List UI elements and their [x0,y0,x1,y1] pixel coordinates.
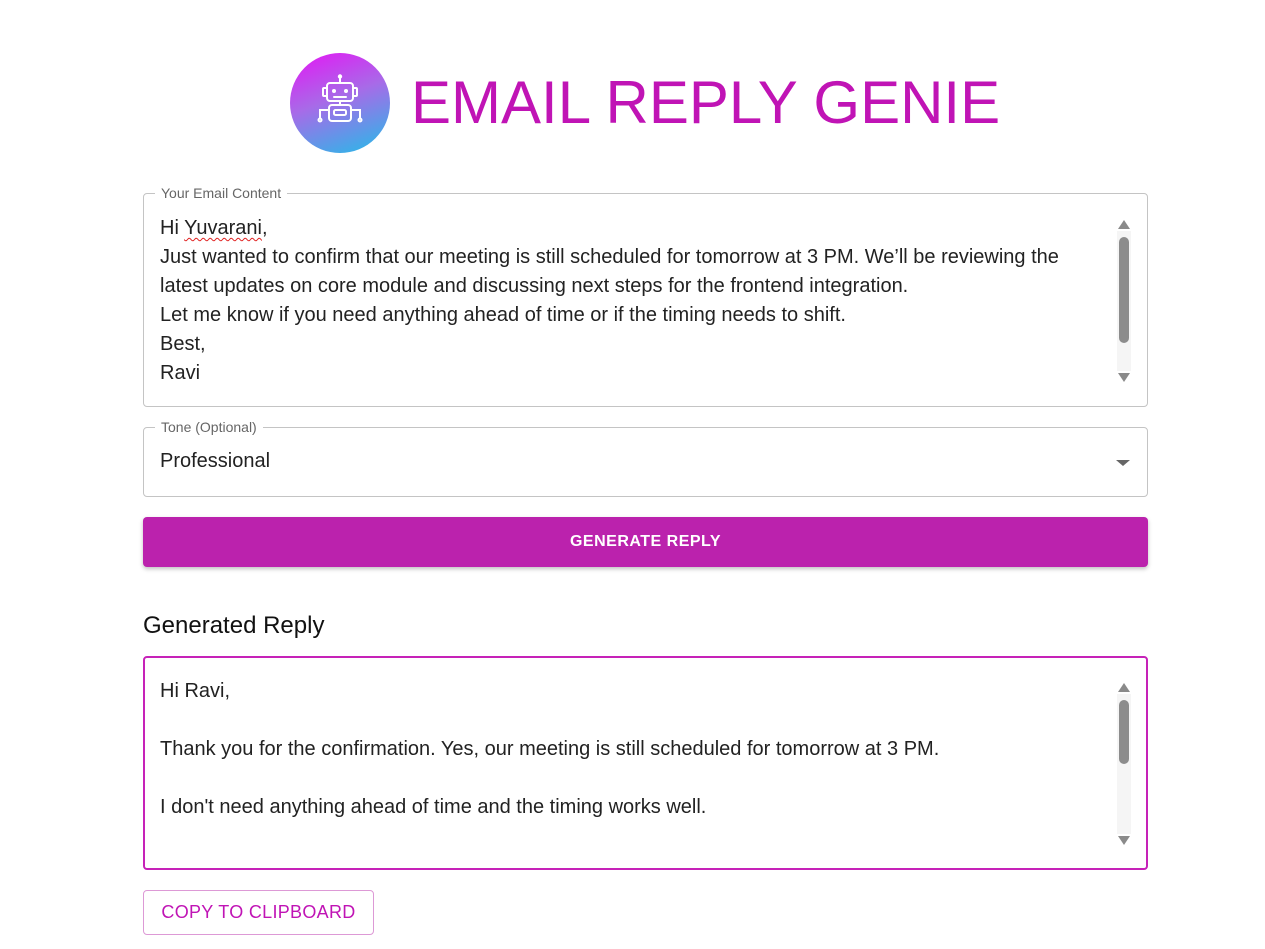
robot-icon [290,53,390,153]
scroll-thumb[interactable] [1119,700,1129,764]
copy-to-clipboard-button[interactable]: COPY TO CLIPBOARD [143,890,374,935]
reply-scrollbar[interactable] [1117,683,1131,845]
email-content-text[interactable]: Hi Yuvarani, Just wanted to confirm that… [160,214,1110,388]
scroll-down-arrow-icon[interactable] [1118,836,1130,845]
scroll-track[interactable] [1117,231,1131,371]
scroll-track[interactable] [1117,694,1131,834]
dropdown-arrow-icon[interactable] [1116,460,1130,466]
generate-reply-button[interactable]: GENERATE REPLY [143,517,1148,567]
email-reply-genie-page: EMAIL REPLY GENIE Your Email Content Hi … [0,0,1265,949]
tone-select[interactable]: Tone (Optional) Professional [143,418,1148,497]
email-content-field[interactable]: Your Email Content Hi Yuvarani, Just wan… [143,184,1148,407]
email-scrollbar[interactable] [1117,220,1131,382]
generated-reply-heading: Generated Reply [143,612,325,639]
spellcheck-word: Yuvarani [184,217,262,239]
generated-reply-text[interactable]: Hi Ravi, Thank you for the confirmation.… [160,677,1110,822]
generated-reply-field[interactable]: Hi Ravi, Thank you for the confirmation.… [143,656,1148,870]
tone-label: Tone (Optional) [155,418,263,436]
email-content-label: Your Email Content [155,184,288,202]
app-header: EMAIL REPLY GENIE [290,53,1000,153]
scroll-up-arrow-icon[interactable] [1118,683,1130,692]
scroll-down-arrow-icon[interactable] [1118,373,1130,382]
tone-selected-value[interactable]: Professional [160,450,270,473]
email-body-text: Just wanted to confirm that our meeting … [160,246,1059,384]
app-title: EMAIL REPLY GENIE [411,69,1001,136]
scroll-up-arrow-icon[interactable] [1118,220,1130,229]
scroll-thumb[interactable] [1119,237,1129,343]
